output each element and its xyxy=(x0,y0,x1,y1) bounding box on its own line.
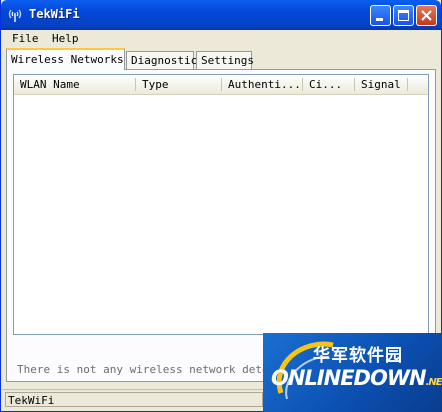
network-list[interactable]: WLAN Name Type Authenti... Ci... Signal xyxy=(13,74,429,335)
list-header: WLAN Name Type Authenti... Ci... Signal xyxy=(14,75,428,95)
column-authentication[interactable]: Authenti... xyxy=(222,75,303,94)
tab-strip: Wireless Networks Diagnostic Settings xyxy=(6,48,436,70)
column-label: Type xyxy=(142,78,169,91)
minimize-button[interactable] xyxy=(370,5,391,26)
close-button[interactable] xyxy=(416,5,437,26)
tab-settings[interactable]: Settings xyxy=(196,51,254,70)
tab-wireless-networks[interactable]: Wireless Networks xyxy=(6,48,125,70)
watermark-suffix: .NET xyxy=(425,377,442,388)
column-signal[interactable]: Signal xyxy=(355,75,408,94)
column-label: Signal xyxy=(361,78,401,91)
menu-file[interactable]: File xyxy=(12,32,39,45)
watermark-chinese-text: 华军软件园 xyxy=(313,346,403,366)
column-type[interactable]: Type xyxy=(136,75,222,94)
menu-help[interactable]: Help xyxy=(52,32,79,45)
column-label: Authenti... xyxy=(228,78,301,91)
tab-diagnostic[interactable]: Diagnostic xyxy=(126,51,197,70)
maximize-icon xyxy=(398,10,409,21)
maximize-button[interactable] xyxy=(393,5,414,26)
menu-bar: File Help xyxy=(2,30,440,47)
column-cipher[interactable]: Ci... xyxy=(303,75,355,94)
column-label: Ci... xyxy=(309,78,343,91)
close-icon xyxy=(421,10,432,21)
column-label: WLAN Name xyxy=(20,78,80,91)
onlinedown-watermark: 华军软件园 ONLINEDOWN.NET xyxy=(263,333,442,412)
minimize-icon xyxy=(376,18,383,21)
column-wlan-name[interactable]: WLAN Name xyxy=(14,75,136,94)
watermark-brand: ONLINEDOWN xyxy=(271,366,427,390)
no-network-message: There is not any wireless network detect… xyxy=(17,363,302,376)
status-text: TekWiFi xyxy=(5,392,263,407)
window-title: TekWiFi xyxy=(29,7,80,21)
watermark-brand-text: ONLINEDOWN.NET xyxy=(271,366,442,390)
wifi-antenna-icon xyxy=(7,7,23,23)
title-bar[interactable]: TekWiFi xyxy=(1,0,441,30)
